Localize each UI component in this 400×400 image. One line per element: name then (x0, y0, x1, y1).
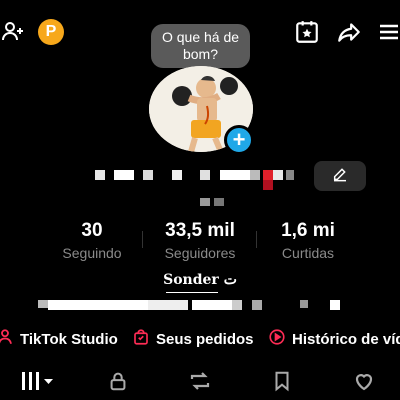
status-bubble[interactable]: O que há de bom? (151, 24, 250, 75)
stat-value: 1,6 mi (281, 220, 335, 241)
tiktok-studio-link[interactable]: TikTok Studio (0, 328, 118, 350)
stat-divider (142, 231, 143, 248)
add-friend-icon[interactable] (0, 18, 26, 44)
add-avatar-button[interactable]: + (224, 125, 254, 155)
shopping-bag-icon (132, 328, 150, 350)
repost-tab-icon[interactable] (186, 367, 214, 395)
stat-following[interactable]: 30 Seguindo (50, 220, 134, 261)
bookmark-tab-icon[interactable] (268, 367, 296, 395)
calendar-star-icon[interactable] (293, 18, 321, 46)
status-bubble-text: O que há de bom? (161, 29, 240, 62)
stat-divider (256, 231, 257, 248)
bio-underline (166, 292, 218, 293)
videos-grid-tab-icon[interactable] (20, 367, 56, 395)
play-circle-icon (268, 328, 286, 350)
stat-value: 33,5 mil (165, 220, 235, 241)
orders-link[interactable]: Seus pedidos (132, 328, 254, 350)
stat-likes[interactable]: 1,6 mi Curtidas (266, 220, 350, 261)
bio-title: Sonder ت (163, 272, 237, 288)
coins-icon[interactable]: P (38, 19, 64, 45)
edit-profile-button[interactable] (314, 161, 366, 191)
lock-tab-icon[interactable] (104, 367, 132, 395)
link-label: Seus pedidos (156, 330, 254, 348)
link-label: TikTok Studio (20, 330, 118, 348)
stat-followers[interactable]: 33,5 mil Seguidores (152, 220, 248, 261)
stat-label: Seguindo (62, 245, 122, 261)
heart-tab-icon[interactable] (350, 367, 378, 395)
history-link[interactable]: Histórico de víd (268, 328, 400, 350)
stat-value: 30 (81, 220, 103, 241)
stat-label: Seguidores (164, 245, 236, 261)
stat-label: Curtidas (281, 245, 335, 261)
pencil-icon (332, 166, 348, 187)
studio-icon (0, 328, 14, 350)
menu-icon[interactable] (376, 18, 400, 46)
share-icon[interactable] (335, 18, 363, 46)
link-label: Histórico de víd (292, 330, 400, 348)
